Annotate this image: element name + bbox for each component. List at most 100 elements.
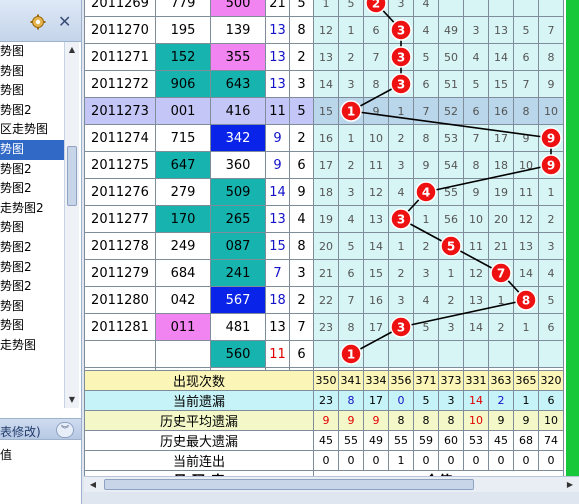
sidebar-item-bottom[interactable]: 值: [0, 446, 12, 463]
omission-cell: 1: [538, 178, 564, 206]
test-number-cell: 779: [155, 0, 211, 17]
sidebar-item[interactable]: 势图: [0, 297, 64, 317]
omission-cell: 8: [338, 313, 364, 341]
sidebar-item[interactable]: 势图2: [0, 179, 64, 199]
table-row: 2011274 715 342 9 2 16 1 10 2 8 53 7 17 9: [84, 124, 564, 152]
omission-cell: [388, 16, 414, 44]
scroll-up-icon[interactable]: ▲: [66, 44, 78, 56]
table-row: 2011276 279 509 14 9 18 3 12 4 55 9 19 11 1: [84, 178, 564, 206]
hscroll-thumb[interactable]: [104, 479, 474, 490]
chevron-down-icon[interactable]: ︾: [56, 422, 74, 438]
sidebar-item[interactable]: 势图2: [0, 160, 64, 180]
test-number-cell: 684: [155, 259, 211, 287]
table-row: 2011275 647 360 9 6 17 2 11 3 9 54 8 18 10: [84, 151, 564, 179]
sidebar-item[interactable]: 势图: [0, 62, 64, 82]
test-number-cell: 715: [155, 124, 211, 152]
close-icon[interactable]: ✕: [58, 12, 71, 31]
scroll-left-icon[interactable]: ◀: [86, 478, 100, 491]
sidebar-item[interactable]: 走势图2: [0, 199, 64, 219]
draw-number-cell: 567: [210, 286, 266, 314]
omission-cell: [413, 178, 439, 206]
period-cell: 2011279: [84, 259, 156, 287]
omission-cell: 10: [463, 205, 489, 233]
gear-icon[interactable]: [30, 14, 46, 30]
sidebar-item[interactable]: 走势图: [0, 336, 64, 356]
omission-cell: 17: [313, 151, 339, 179]
omission-cell: 13: [363, 205, 389, 233]
omission-cell: 12: [513, 205, 539, 233]
sidebar-item[interactable]: 势图2: [0, 277, 64, 297]
omission-cell: 13: [513, 232, 539, 260]
omission-cell: 1: [388, 232, 414, 260]
stats-value: 0: [513, 450, 539, 471]
scroll-right-icon[interactable]: ▶: [563, 478, 577, 491]
omission-cell: 21: [313, 259, 339, 287]
omission-cell: [388, 205, 414, 233]
sidebar-item[interactable]: 区走势图: [0, 120, 64, 140]
omission-cell: 12: [363, 178, 389, 206]
draw-number-cell: 560: [210, 340, 266, 368]
sidebar-item[interactable]: 势图: [0, 139, 64, 160]
sidebar-item[interactable]: 势图2: [0, 238, 64, 258]
sidebar: ✕ 势图 势图 势图 势图2 区走势图 势图 势图2 势图2 走势图2 势图 势图2 势图2 势图2 势图…: [0, 0, 82, 504]
omission-cell: 6: [413, 70, 439, 98]
omission-cell: [488, 340, 514, 368]
sidebar-item[interactable]: 势图: [0, 316, 64, 336]
stats-value: 2: [488, 390, 514, 411]
period-cell: 2011269: [84, 0, 156, 17]
stats-label: 当前连出: [84, 450, 314, 471]
period-cell: 2011276: [84, 178, 156, 206]
stats-value: 10: [463, 410, 489, 431]
sidebar-item[interactable]: 势图: [0, 42, 64, 62]
omission-cell: 14: [313, 70, 339, 98]
period-cell: 2011272: [84, 70, 156, 98]
test-number-cell: 170: [155, 205, 211, 233]
stats-label: 历史最大遗漏: [84, 430, 314, 451]
sidebar-panel-header[interactable]: 表修改) ︾: [0, 418, 81, 440]
sidebar-item[interactable]: 势图2: [0, 101, 64, 121]
omission-cell: 2: [538, 205, 564, 233]
sidebar-scrollbar[interactable]: ▲ ▼: [64, 42, 79, 408]
omission-cell: 16: [488, 97, 514, 125]
sum-cell: 11: [265, 340, 290, 368]
sidebar-item[interactable]: 势图: [0, 218, 64, 238]
sidebar-item[interactable]: 势图2: [0, 258, 64, 278]
omission-cell: 11: [363, 151, 389, 179]
omission-cell: 11: [463, 232, 489, 260]
stats-value: 45: [313, 430, 339, 451]
sidebar-panel-label: 表修改): [0, 425, 41, 439]
span-cell: 2: [289, 124, 314, 152]
omission-cell: 8: [413, 124, 439, 152]
scroll-down-icon[interactable]: ▼: [66, 394, 78, 406]
omission-cell: 14: [513, 259, 539, 287]
stats-value: 334: [363, 370, 389, 391]
draw-number-cell: 360: [210, 151, 266, 179]
status-bar: [84, 492, 579, 504]
scroll-thumb[interactable]: [67, 146, 77, 206]
omission-cell: 51: [438, 70, 464, 98]
stats-value: 0: [413, 450, 439, 471]
sidebar-item[interactable]: 势图: [0, 81, 64, 101]
sum-cell: 7: [265, 259, 290, 287]
omission-cell: [413, 340, 439, 368]
draw-number-cell: 416: [210, 97, 266, 125]
horizontal-scrollbar[interactable]: ◀ ▶: [84, 476, 579, 492]
omission-cell: 4: [413, 16, 439, 44]
test-number-cell: 195: [155, 16, 211, 44]
omission-cell: 11: [513, 178, 539, 206]
omission-cell: 9: [513, 124, 539, 152]
omission-cell: [388, 340, 414, 368]
omission-cell: 1: [488, 286, 514, 314]
omission-cell: 2: [488, 313, 514, 341]
span-cell: 5: [289, 97, 314, 125]
span-cell: 7: [289, 313, 314, 341]
period-cell: 2011281: [84, 313, 156, 341]
stats-value: 14: [463, 390, 489, 411]
stats-value: 5: [413, 390, 439, 411]
omission-cell: 4: [463, 43, 489, 71]
stats-value: 363: [488, 370, 514, 391]
omission-cell: 15: [488, 70, 514, 98]
omission-cell: [388, 313, 414, 341]
omission-cell: 3: [538, 232, 564, 260]
draw-number-cell: 500: [210, 0, 266, 17]
